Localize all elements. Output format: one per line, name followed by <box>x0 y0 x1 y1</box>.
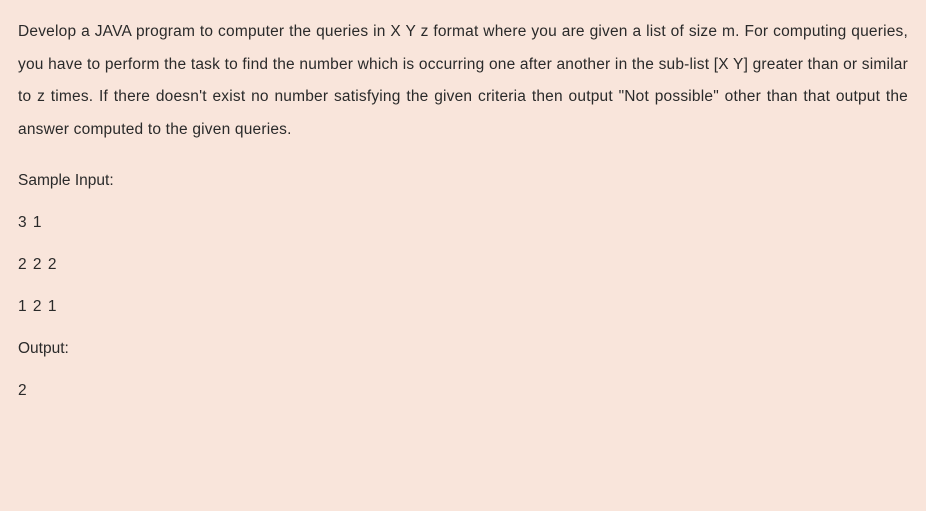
problem-description: Develop a JAVA program to computer the q… <box>18 16 908 146</box>
sample-input-line: 3 1 <box>18 214 908 232</box>
sample-input-label: Sample Input: <box>18 172 908 190</box>
output-line: 2 <box>18 382 908 400</box>
sample-input-line: 1 2 1 <box>18 298 908 316</box>
output-label: Output: <box>18 340 908 358</box>
sample-input-line: 2 2 2 <box>18 256 908 274</box>
